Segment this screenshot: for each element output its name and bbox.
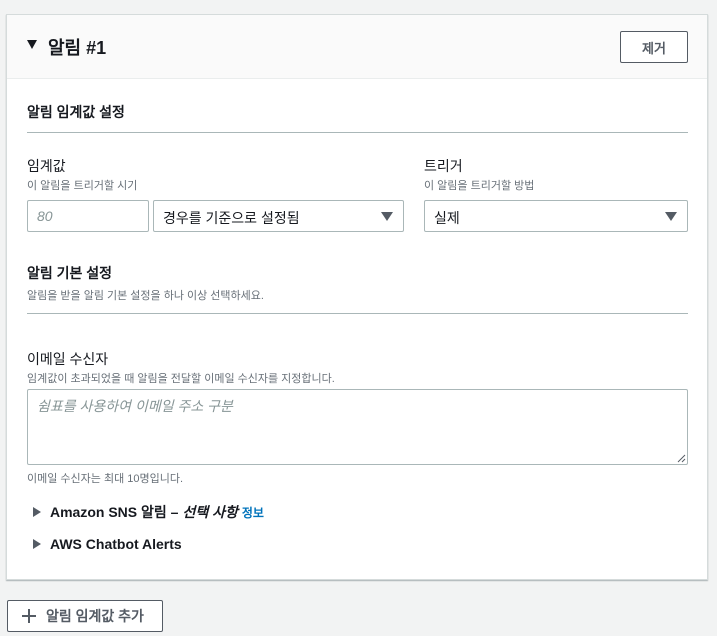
dropdown-caret-icon [665,212,677,221]
trigger-label: 트리거 [424,158,463,174]
email-hint: 이메일 수신자는 최대 10명입니다. [27,473,184,485]
alert-title: 알림 #1 [48,38,107,58]
trigger-select[interactable]: 실제 [424,200,688,232]
chatbot-alerts-expander[interactable]: AWS Chatbot Alerts [33,534,182,554]
sns-info-link[interactable]: 정보 [242,504,264,521]
preferences-section-description: 알림을 받을 알림 기본 설정을 하나 이상 선택하세요. [27,290,264,302]
chatbot-alerts-label: AWS Chatbot Alerts [50,536,182,552]
remove-button[interactable]: 제거 [620,31,688,63]
sns-alerts-label: Amazon SNS 알림 – [50,504,179,520]
dropdown-caret-icon [381,212,393,221]
email-description: 임계값이 초과되었을 때 알림을 전달할 이메일 수신자를 지정합니다. [27,373,335,385]
trigger-description: 이 알림을 트리거할 방법 [424,180,535,192]
trigger-value: 실제 [434,210,460,226]
threshold-type-select[interactable]: 경우를 기준으로 설정됨 [153,200,404,232]
sns-optional-label: 선택 사항 [182,504,238,520]
threshold-value-input[interactable] [27,200,149,232]
add-threshold-button[interactable]: 알림 임계값 추가 [7,600,163,632]
alert-panel: 알림 #1 제거 알림 임계값 설정 임계값 이 알림을 트리거할 시기 경우를… [6,14,708,580]
caret-down-icon[interactable] [27,40,37,49]
sns-alerts-expander[interactable]: Amazon SNS 알림 – 선택 사항 정보 [33,502,264,522]
preferences-section-title: 알림 기본 설정 [27,265,113,281]
resize-grip-icon[interactable] [677,454,686,463]
threshold-type-value: 경우를 기준으로 설정됨 [163,210,300,226]
threshold-section-divider [27,132,688,133]
preferences-section-divider [27,313,688,314]
email-label: 이메일 수신자 [27,351,109,367]
caret-right-icon [33,539,41,549]
email-recipients-input[interactable] [27,389,688,465]
threshold-label: 임계값 [27,158,66,174]
threshold-section-title: 알림 임계값 설정 [27,104,125,120]
alert-panel-header: 알림 #1 제거 [7,15,707,79]
caret-right-icon [33,507,41,517]
plus-icon [22,609,36,623]
add-threshold-label: 알림 임계값 추가 [46,608,144,624]
threshold-description: 이 알림을 트리거할 시기 [27,180,138,192]
